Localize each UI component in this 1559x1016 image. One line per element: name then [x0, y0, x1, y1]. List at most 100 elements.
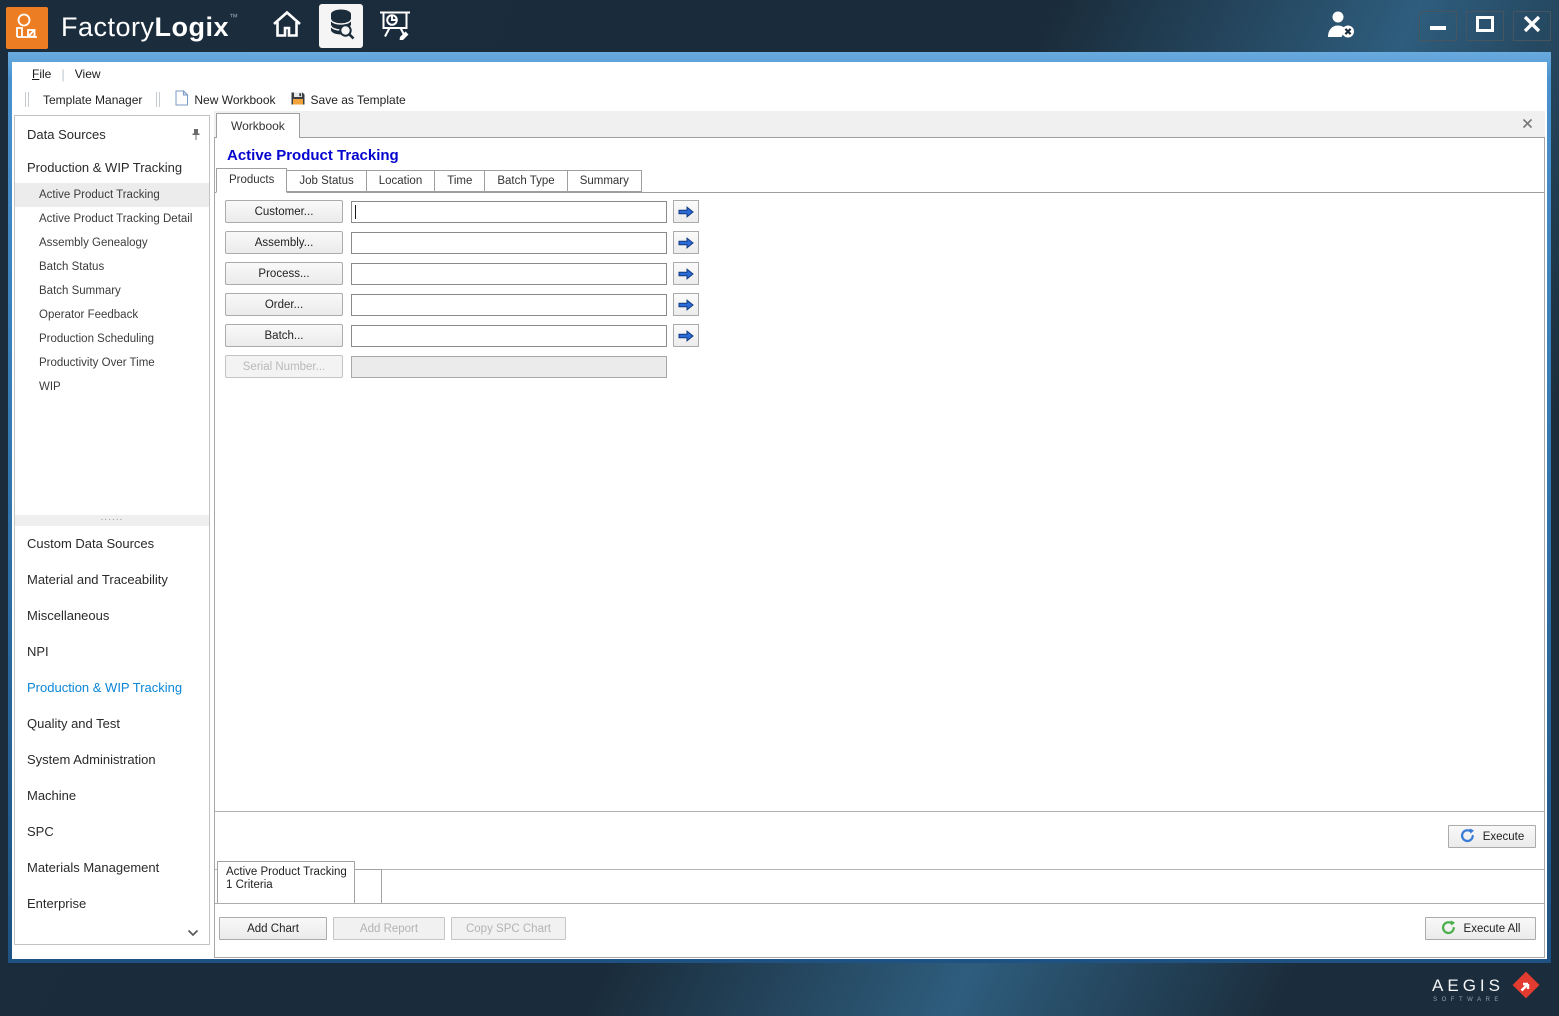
- titlebar-nav: [265, 0, 417, 52]
- tab-time[interactable]: Time: [434, 170, 485, 192]
- serial-number-button: Serial Number...: [225, 355, 343, 378]
- category-miscellaneous[interactable]: Miscellaneous: [15, 598, 209, 634]
- template-manager-label: Template Manager: [43, 93, 142, 107]
- order-apply-button[interactable]: [673, 293, 699, 316]
- home-button[interactable]: [265, 4, 309, 48]
- customer-button[interactable]: Customer...: [225, 200, 343, 223]
- menu-view[interactable]: View: [69, 67, 107, 81]
- order-button[interactable]: Order...: [225, 293, 343, 316]
- tab-summary[interactable]: Summary: [567, 170, 642, 192]
- maximize-icon: [1476, 16, 1494, 37]
- customer-input[interactable]: [351, 201, 667, 223]
- data-sources-icon: [327, 8, 355, 45]
- maximize-button[interactable]: [1466, 11, 1504, 41]
- tab-job-status[interactable]: Job Status: [286, 170, 366, 192]
- category-production-wip-tracking[interactable]: Production & WIP Tracking: [15, 670, 209, 706]
- sidebar-item-operator-feedback[interactable]: Operator Feedback: [15, 303, 209, 327]
- category-quality-and-test[interactable]: Quality and Test: [15, 706, 209, 742]
- category-custom-data-sources[interactable]: Custom Data Sources: [15, 526, 209, 562]
- batch-button[interactable]: Batch...: [225, 324, 343, 347]
- workbook-body: Active Product Tracking Products Job Sta…: [214, 138, 1545, 958]
- user-logout-button[interactable]: [1324, 9, 1358, 44]
- arrow-icon: [678, 237, 694, 249]
- category-spc[interactable]: SPC: [15, 814, 209, 850]
- assembly-apply-button[interactable]: [673, 231, 699, 254]
- category-material-and-traceability[interactable]: Material and Traceability: [15, 562, 209, 598]
- execute-all-button[interactable]: Execute All: [1425, 917, 1536, 940]
- close-button[interactable]: [1513, 11, 1551, 41]
- batch-input-wrap: [351, 325, 667, 347]
- batch-row: Batch...: [225, 324, 1544, 347]
- new-workbook-icon: [174, 90, 189, 109]
- workbook-close-button[interactable]: [1522, 118, 1533, 129]
- home-icon: [270, 9, 304, 44]
- new-workbook-button[interactable]: New Workbook: [167, 87, 282, 112]
- tab-active-product-tracking-1-criteria[interactable]: Active Product Tracking 1 Criteria: [217, 861, 355, 903]
- sidebar-scroll-down[interactable]: [15, 922, 209, 944]
- process-row: Process...: [225, 262, 1544, 285]
- sidebar-item-batch-status[interactable]: Batch Status: [15, 255, 209, 279]
- template-manager-button[interactable]: Template Manager: [36, 90, 149, 110]
- process-button[interactable]: Process...: [225, 262, 343, 285]
- sidebar-spacer: [15, 399, 209, 515]
- tab-batch-type[interactable]: Batch Type: [484, 170, 567, 192]
- data-sources-panel: Data Sources Production & WIP Tracking A…: [14, 115, 210, 945]
- chevron-down-icon: [187, 924, 199, 942]
- app-title-bold: Logix: [155, 12, 230, 42]
- pin-icon[interactable]: [191, 128, 201, 141]
- sidebar-item-production-scheduling[interactable]: Production Scheduling: [15, 327, 209, 351]
- sidebar-item-productivity-over-time[interactable]: Productivity Over Time: [15, 351, 209, 375]
- assembly-input[interactable]: [351, 232, 667, 254]
- sidebar-item-batch-summary[interactable]: Batch Summary: [15, 279, 209, 303]
- add-chart-button[interactable]: Add Chart: [219, 917, 327, 940]
- sidebar-splitter[interactable]: ......: [15, 515, 209, 526]
- data-sources-button[interactable]: [319, 4, 363, 48]
- add-report-button: Add Report: [333, 917, 445, 940]
- aegis-text: AEGIS SOFTWARE: [1432, 976, 1504, 1003]
- criteria-tabs: Products Job Status Location Time Batch …: [215, 167, 1544, 193]
- process-input[interactable]: [351, 263, 667, 285]
- save-template-icon: [290, 90, 306, 109]
- tab-products[interactable]: Products: [216, 168, 287, 193]
- app-window: File | View Template Manager New Workboo…: [8, 52, 1551, 963]
- assembly-button[interactable]: Assembly...: [225, 231, 343, 254]
- category-materials-management[interactable]: Materials Management: [15, 850, 209, 886]
- sidebar-item-wip[interactable]: WIP: [15, 375, 209, 399]
- batch-apply-button[interactable]: [673, 324, 699, 347]
- serial-number-input: [351, 356, 667, 378]
- tab-new-criteria[interactable]: [355, 869, 382, 903]
- sidebar-item-assembly-genealogy[interactable]: Assembly Genealogy: [15, 231, 209, 255]
- category-npi[interactable]: NPI: [15, 634, 209, 670]
- tab-location[interactable]: Location: [366, 170, 435, 192]
- tab-workbook[interactable]: Workbook: [216, 113, 300, 138]
- sidebar-header-label: Data Sources: [27, 127, 106, 142]
- minimize-button[interactable]: [1419, 11, 1457, 41]
- arrow-icon: [678, 206, 694, 218]
- sidebar-item-active-product-tracking-detail[interactable]: Active Product Tracking Detail: [15, 207, 209, 231]
- bottom-button-row: Add Chart Add Report Copy SPC Chart Exec…: [215, 904, 1544, 957]
- category-machine[interactable]: Machine: [15, 778, 209, 814]
- menu-file[interactable]: File: [26, 67, 57, 81]
- order-input[interactable]: [351, 294, 667, 316]
- aegis-subtitle: SOFTWARE: [1432, 997, 1504, 1003]
- customer-apply-button[interactable]: [673, 200, 699, 223]
- workbook-tab-strip: Workbook: [214, 111, 1545, 138]
- titlebar-controls: [1324, 0, 1551, 52]
- category-system-administration[interactable]: System Administration: [15, 742, 209, 778]
- app-logo: [6, 7, 48, 49]
- close-icon: [1523, 16, 1541, 37]
- sidebar-header: Data Sources: [15, 116, 209, 148]
- save-as-template-button[interactable]: Save as Template: [283, 87, 413, 112]
- process-apply-button[interactable]: [673, 262, 699, 285]
- sidebar-item-active-product-tracking[interactable]: Active Product Tracking: [15, 183, 209, 207]
- batch-input[interactable]: [351, 325, 667, 347]
- execute-button[interactable]: Execute: [1448, 825, 1536, 848]
- category-enterprise[interactable]: Enterprise: [15, 886, 209, 922]
- reports-button[interactable]: [373, 4, 417, 48]
- products-form: Customer... Assembly...: [215, 193, 1544, 811]
- app-logo-icon: [12, 11, 42, 46]
- process-input-wrap: [351, 263, 667, 285]
- aegis-mark-icon: [1509, 969, 1543, 1010]
- execute-row: Execute: [215, 811, 1544, 861]
- new-workbook-label: New Workbook: [194, 93, 275, 107]
